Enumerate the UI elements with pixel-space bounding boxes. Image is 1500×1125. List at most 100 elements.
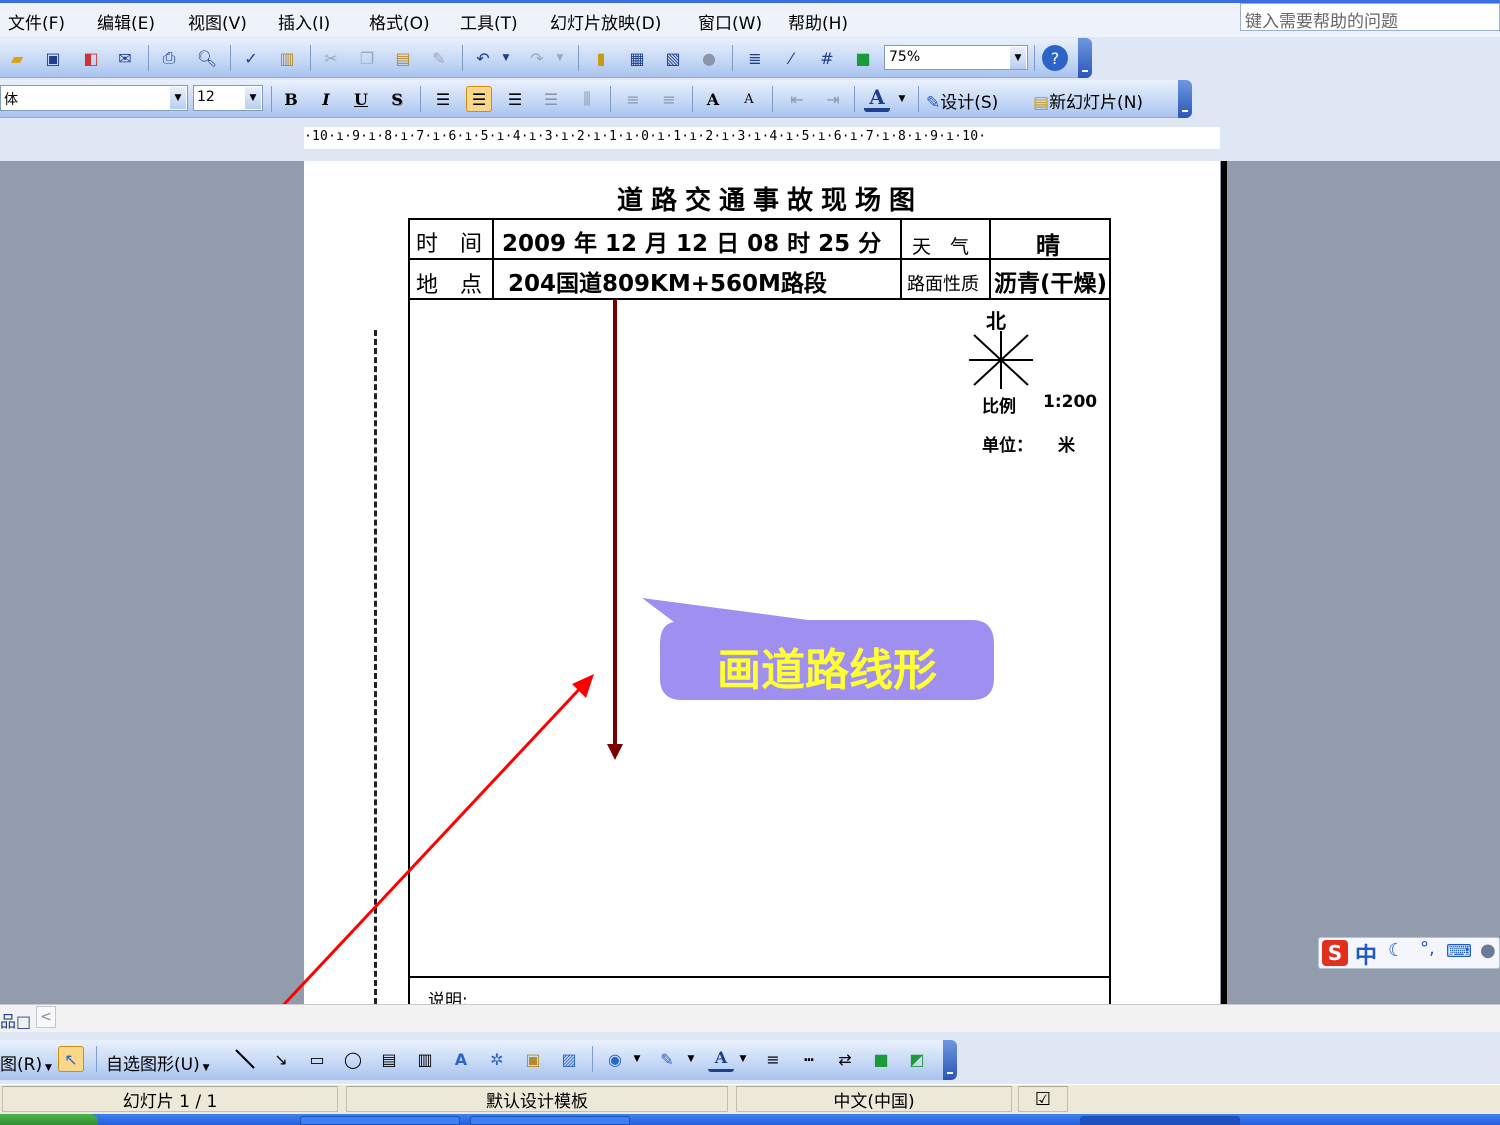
draw-font-color-dropdown-icon[interactable]: ▼ (736, 1046, 750, 1072)
ime-mode[interactable]: 中 (1355, 938, 1377, 970)
permission-icon[interactable]: ◧ (78, 45, 104, 71)
line-color-icon[interactable]: ✎ (654, 1046, 680, 1072)
fill-color-dropdown-icon[interactable]: ▼ (630, 1046, 644, 1072)
punctuation-icon[interactable]: °, (1420, 938, 1435, 959)
shadow-button[interactable]: S (384, 86, 410, 112)
copy-icon[interactable]: ❐ (354, 45, 380, 71)
menu-slideshow[interactable]: 幻灯片放映(D) (550, 9, 661, 34)
save-icon[interactable]: ▣ (40, 45, 66, 71)
taskbar-button[interactable] (470, 1116, 630, 1125)
shrink-font-button[interactable]: A (736, 86, 762, 112)
draw-font-color-button[interactable]: A (708, 1046, 734, 1072)
toolbar-options-icon[interactable] (943, 1040, 957, 1080)
bold-button[interactable]: B (278, 86, 304, 112)
redo-icon[interactable]: ↷ (524, 45, 550, 71)
italic-button[interactable]: I (313, 86, 339, 112)
paste-icon[interactable]: ▤ (390, 45, 416, 71)
help-icon[interactable]: ? (1042, 45, 1068, 71)
spelling-status-icon[interactable]: ☑ (1018, 1086, 1068, 1112)
ime-logo[interactable]: S (1322, 940, 1348, 966)
menu-file[interactable]: 文件(F) (8, 9, 65, 34)
line-style-icon[interactable]: ≡ (760, 1046, 786, 1072)
align-center-icon[interactable]: ☰ (466, 86, 492, 112)
font-name-select[interactable]: 体 ▼ (0, 85, 188, 111)
arrow-style-icon[interactable]: ⇄ (832, 1046, 858, 1072)
toolbar-options-icon[interactable] (1078, 38, 1092, 78)
user-icon[interactable]: ● (1480, 940, 1496, 961)
undo-icon[interactable]: ↶ (470, 45, 496, 71)
slide-sorter-icon[interactable]: □ (16, 1012, 31, 1031)
align-left-icon[interactable]: ☰ (430, 86, 456, 112)
open-icon[interactable]: ▰ (4, 45, 30, 71)
oval-tool-icon[interactable]: ◯ (340, 1046, 366, 1072)
zoom-select[interactable]: 75% ▼ (884, 45, 1028, 70)
menu-insert[interactable]: 插入(I) (278, 9, 330, 34)
align-right-icon[interactable]: ☰ (502, 86, 528, 112)
shadow-style-icon[interactable]: ■ (868, 1046, 894, 1072)
view-buttons[interactable]: 品□ (0, 1008, 31, 1032)
grid-icon[interactable]: # (814, 45, 840, 71)
autoshapes-menu-button[interactable]: 自选图形(U) ▼ (106, 1050, 210, 1075)
vertical-textbox-icon[interactable]: ▥ (412, 1046, 438, 1072)
help-search-input[interactable]: 键入需要帮助的问题 (1240, 3, 1500, 32)
menu-help[interactable]: 帮助(H) (788, 9, 848, 34)
font-color-dropdown-icon[interactable]: ▼ (894, 86, 910, 112)
underline-button[interactable]: U (348, 86, 374, 112)
insert-chart-icon[interactable]: ▮ (588, 45, 614, 71)
decrease-indent-icon[interactable]: ⇤ (784, 86, 810, 112)
clipart-icon[interactable]: ▣ (520, 1046, 546, 1072)
toolbar-options-icon[interactable] (1178, 80, 1192, 118)
moon-icon[interactable]: ☾ (1388, 940, 1404, 961)
road-line-arrow[interactable] (600, 300, 630, 765)
line-color-dropdown-icon[interactable]: ▼ (684, 1046, 698, 1072)
wordart-icon[interactable]: A (448, 1046, 474, 1072)
email-icon[interactable]: ✉ (112, 45, 138, 71)
scroll-left-button[interactable]: < (36, 1006, 56, 1028)
insert-table-icon[interactable]: ▦ (624, 45, 650, 71)
menu-format[interactable]: 格式(O) (369, 9, 430, 34)
grow-font-button[interactable]: A (700, 86, 726, 112)
research-icon[interactable]: ▥ (274, 45, 300, 71)
cut-icon[interactable]: ✂ (318, 45, 344, 71)
menu-window[interactable]: 窗口(W) (698, 9, 762, 34)
taskbar-button[interactable] (1080, 1116, 1240, 1125)
insert-picture-icon[interactable]: ▨ (556, 1046, 582, 1072)
diagram-icon[interactable]: ✲ (484, 1046, 510, 1072)
distribute-icon[interactable]: ⫼ (574, 86, 600, 112)
draw-menu-button[interactable]: 图(R) ▼ (0, 1050, 52, 1075)
hyperlink-icon[interactable]: ● (696, 45, 722, 71)
expand-all-icon[interactable]: ≣ (742, 45, 768, 71)
print-icon[interactable]: ⎙ (156, 45, 182, 71)
3d-style-icon[interactable]: ◩ (904, 1046, 930, 1072)
spelling-icon[interactable]: ✓ (238, 45, 264, 71)
select-objects-icon[interactable]: ↖ (58, 1046, 84, 1072)
rectangle-tool-icon[interactable]: ▭ (304, 1046, 330, 1072)
menu-view[interactable]: 视图(V) (188, 9, 247, 34)
menu-tools[interactable]: 工具(T) (460, 9, 518, 34)
line-tool-icon[interactable] (232, 1046, 258, 1072)
taskbar-button[interactable] (300, 1116, 460, 1125)
arrow-tool-icon[interactable]: ↘ (268, 1046, 294, 1072)
show-formatting-icon[interactable]: ⁄ (778, 45, 804, 71)
print-preview-icon[interactable]: 🔍︎ (194, 45, 220, 71)
fill-color-icon[interactable]: ◉ (602, 1046, 628, 1072)
bullets-icon[interactable]: ≡ (656, 86, 682, 112)
textbox-tool-icon[interactable]: ▤ (376, 1046, 402, 1072)
design-button[interactable]: ✎设计(S) (926, 88, 998, 113)
tables-borders-icon[interactable]: ▧ (660, 45, 686, 71)
new-slide-button[interactable]: ▤新幻灯片(N) (1033, 88, 1143, 113)
color-grayscale-icon[interactable]: ■ (850, 45, 876, 71)
numbering-icon[interactable]: ≡ (620, 86, 646, 112)
start-button[interactable] (0, 1114, 98, 1125)
menu-edit[interactable]: 编辑(E) (97, 9, 155, 34)
undo-dropdown-icon[interactable]: ▼ (498, 45, 514, 71)
increase-indent-icon[interactable]: ⇥ (820, 86, 846, 112)
format-painter-icon[interactable]: ✎ (426, 45, 452, 71)
keyboard-icon[interactable]: ⌨ (1446, 941, 1472, 962)
dash-style-icon[interactable]: ┅ (796, 1046, 822, 1072)
font-color-button[interactable]: A (864, 85, 890, 112)
redo-dropdown-icon[interactable]: ▼ (552, 45, 568, 71)
font-size-select[interactable]: 12 ▼ (193, 85, 263, 111)
justify-icon[interactable]: ☰ (538, 86, 564, 112)
outline-view-icon[interactable]: 品 (0, 1012, 16, 1031)
